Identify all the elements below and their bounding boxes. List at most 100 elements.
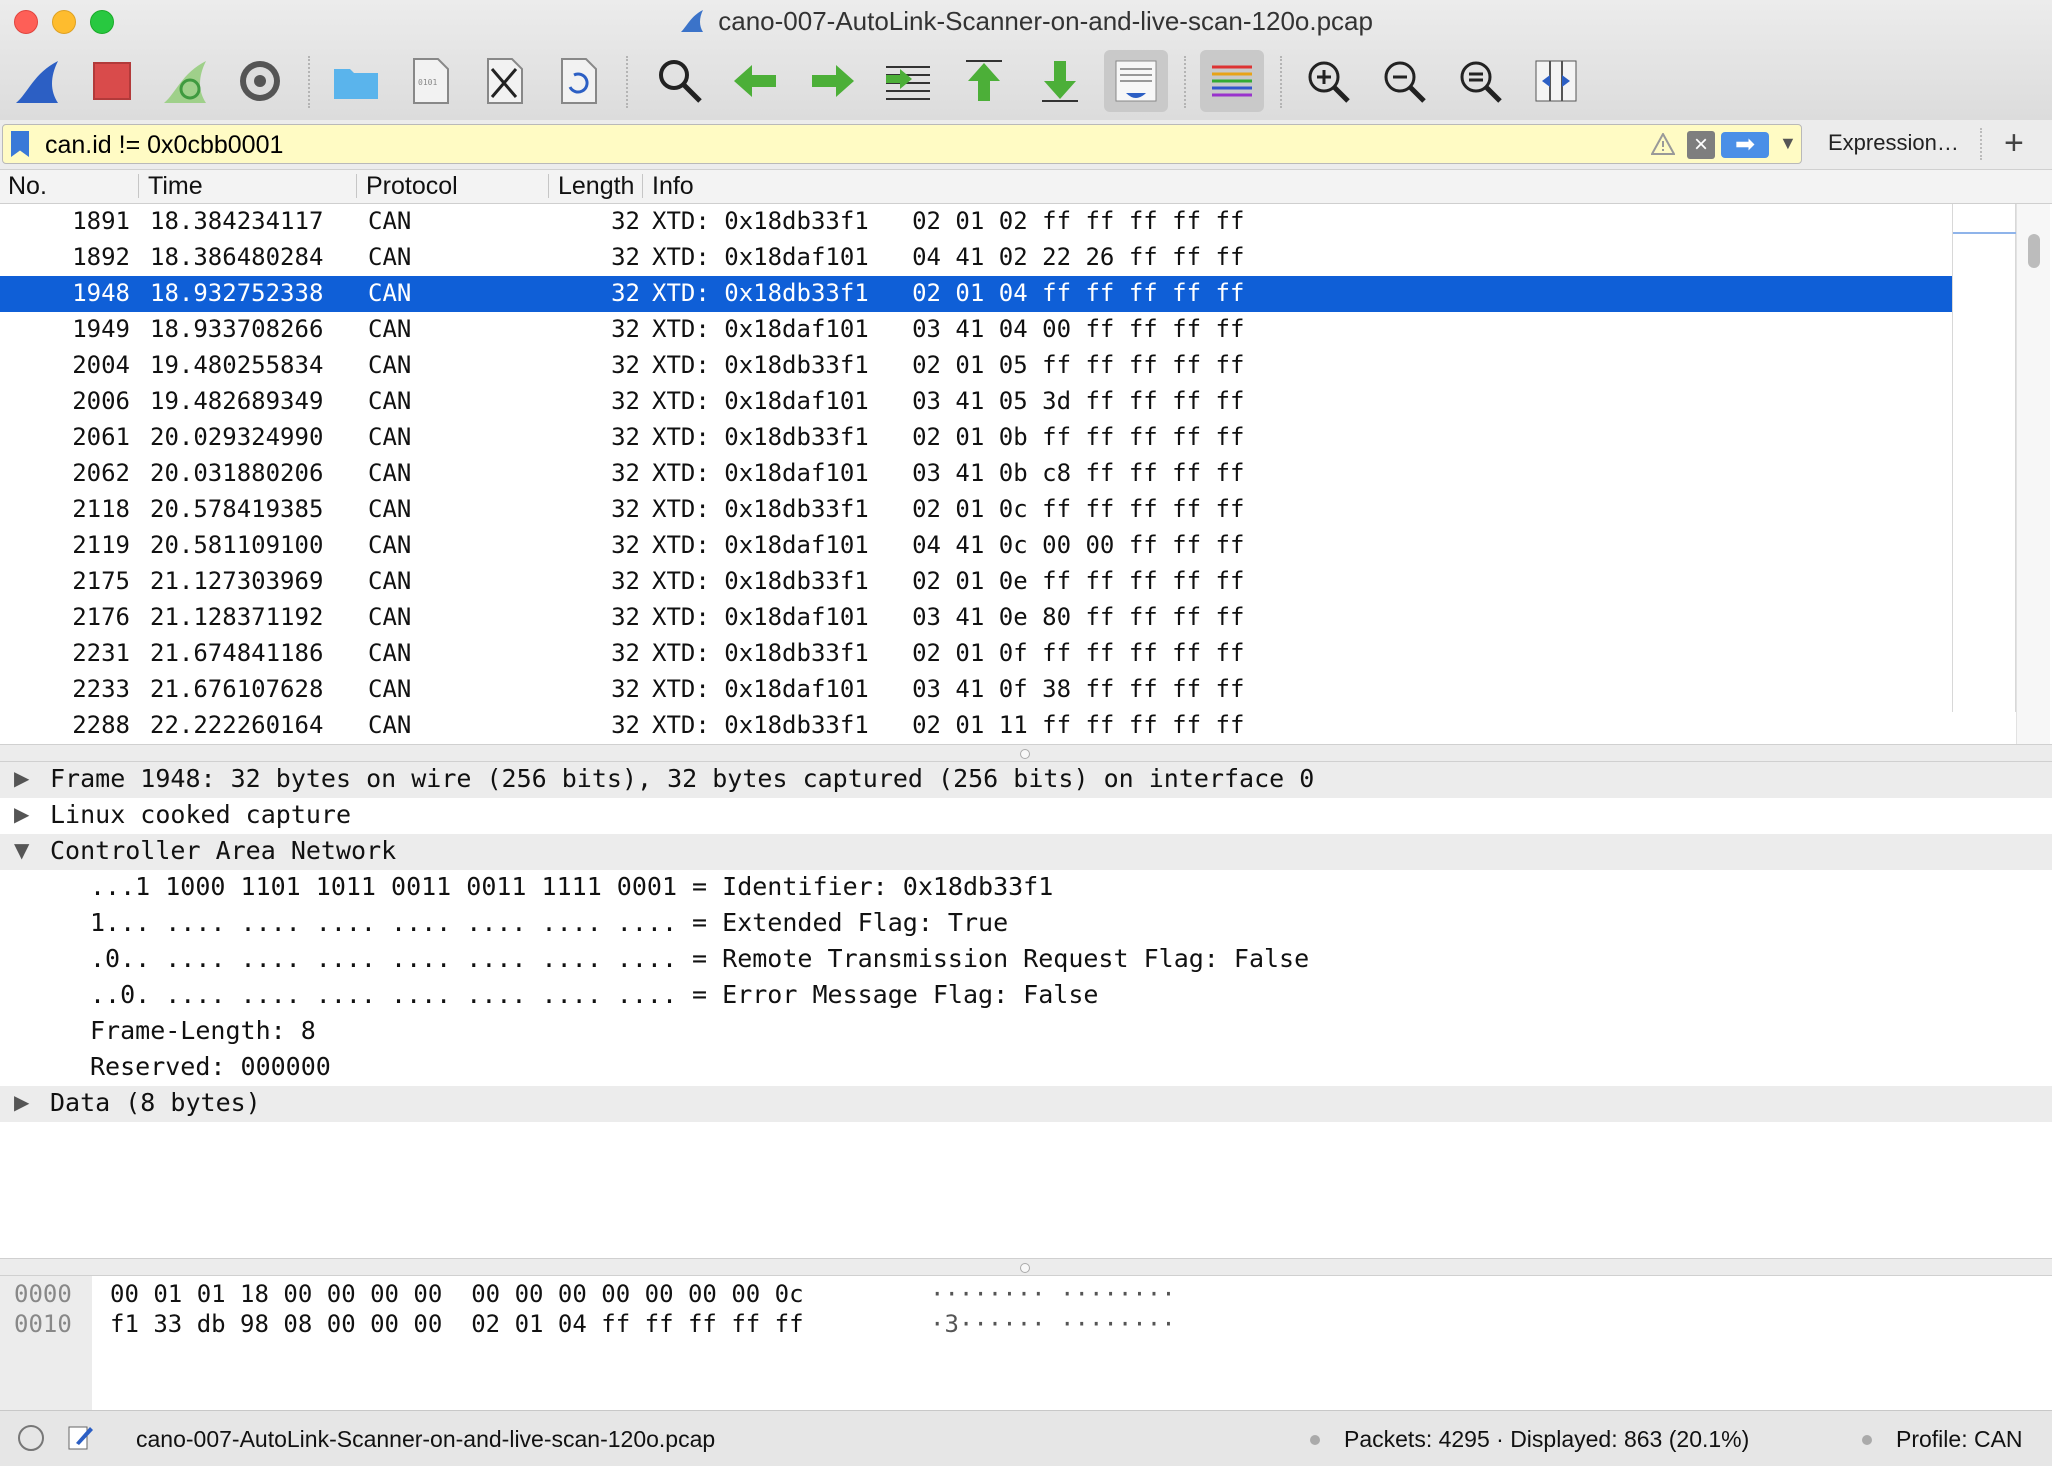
- column-divider[interactable]: [138, 174, 139, 198]
- detail-field[interactable]: ...1 1000 1101 1011 0011 0011 1111 0001 …: [0, 870, 2052, 906]
- column-divider[interactable]: [548, 174, 549, 198]
- zoom-out-icon: [1384, 61, 1426, 103]
- packet-protocol: CAN: [368, 423, 412, 451]
- packet-length: 32: [611, 675, 640, 703]
- add-filter-button[interactable]: +: [2004, 124, 2024, 163]
- go-to-packet-button[interactable]: [876, 50, 940, 112]
- collapsed-arrow-icon[interactable]: ▶: [14, 766, 29, 790]
- file-properties-button[interactable]: 0101: [398, 50, 462, 112]
- packet-protocol: CAN: [368, 459, 412, 487]
- find-packet-button[interactable]: [648, 50, 712, 112]
- scrollbar-thumb[interactable]: [2028, 234, 2040, 268]
- column-header-protocol[interactable]: Protocol: [366, 172, 546, 202]
- detail-text: ..0. .... .... .... .... .... .... .... …: [90, 980, 1099, 1009]
- detail-field[interactable]: ..0. .... .... .... .... .... .... .... …: [0, 978, 2052, 1014]
- packet-row[interactable]: 2231 21.674841186 CAN 32 XTD: 0x18db33f1 02 …: [0, 636, 1952, 672]
- go-forward-button[interactable]: [800, 50, 864, 112]
- start-capture-button[interactable]: [6, 50, 70, 112]
- packet-list-scrollbar[interactable]: [2016, 204, 2050, 744]
- packet-row[interactable]: 2062 20.031880206 CAN 32 XTD: 0x18daf101 03 …: [0, 456, 1952, 492]
- packet-row[interactable]: 2288 22.222260164 CAN 32 XTD: 0x18db33f1 02 …: [0, 708, 1952, 744]
- collapsed-arrow-icon[interactable]: ▶: [14, 1090, 29, 1114]
- apply-filter-icon[interactable]: ➡: [1721, 132, 1769, 158]
- detail-tree-item[interactable]: ▼ Controller Area Network: [0, 834, 2052, 870]
- detail-tree-item[interactable]: ▶ Linux cooked capture: [0, 798, 2052, 834]
- status-profile[interactable]: Profile: CAN: [1896, 1426, 2023, 1453]
- autoscroll-button[interactable]: [1104, 50, 1168, 112]
- filter-text[interactable]: can.id != 0x0cbb0001: [45, 131, 283, 160]
- packet-info: XTD: 0x18db33f1 02 01 0b ff ff ff ff ff: [652, 423, 1245, 451]
- display-filter-input[interactable]: can.id != 0x0cbb0001 × ➡ ▼: [2, 124, 1802, 164]
- column-header-time[interactable]: Time: [148, 172, 354, 202]
- go-last-button[interactable]: [1028, 50, 1092, 112]
- packet-number: 2006: [72, 387, 130, 415]
- column-divider[interactable]: [642, 174, 643, 198]
- detail-field[interactable]: Frame-Length: 8: [0, 1014, 2052, 1050]
- pane-splitter[interactable]: [0, 1258, 2052, 1276]
- packet-number: 2062: [72, 459, 130, 487]
- packet-time: 22.222260164: [150, 711, 324, 739]
- packet-row[interactable]: 2233 21.676107628 CAN 32 XTD: 0x18daf101 03 …: [0, 672, 1952, 708]
- splitter-grip[interactable]: [1020, 749, 1030, 759]
- zoom-in-button[interactable]: [1296, 50, 1360, 112]
- detail-tree-item[interactable]: ▶ Data (8 bytes): [0, 1086, 2052, 1122]
- packet-minimap[interactable]: [1952, 204, 2017, 712]
- stop-capture-button[interactable]: [80, 50, 144, 112]
- detail-tree-item[interactable]: ▶ Frame 1948: 32 bytes on wire (256 bits)…: [0, 762, 2052, 798]
- packet-bytes-pane[interactable]: 0000 00 01 01 18 00 00 00 00 00 00 00 00 …: [0, 1276, 2052, 1410]
- resize-columns-button[interactable]: [1524, 50, 1588, 112]
- packet-row[interactable]: 2175 21.127303969 CAN 32 XTD: 0x18db33f1 02 …: [0, 564, 1952, 600]
- restart-capture-button[interactable]: [154, 50, 218, 112]
- minimap-selection-mark: [1953, 232, 2017, 234]
- packet-row[interactable]: 2119 20.581109100 CAN 32 XTD: 0x18daf101 04 …: [0, 528, 1952, 564]
- packet-length: 32: [611, 639, 640, 667]
- packet-info: XTD: 0x18db33f1 02 01 0e ff ff ff ff ff: [652, 567, 1245, 595]
- zoom-reset-button[interactable]: [1448, 50, 1512, 112]
- detail-field[interactable]: .0.. .... .... .... .... .... .... .... …: [0, 942, 2052, 978]
- clear-filter-icon[interactable]: ×: [1687, 131, 1715, 159]
- zoom-out-button[interactable]: [1372, 50, 1436, 112]
- expression-button[interactable]: Expression…: [1828, 130, 1959, 156]
- detail-text: Linux cooked capture: [50, 800, 352, 829]
- column-header-length[interactable]: Length: [558, 172, 640, 202]
- packet-row[interactable]: 2004 19.480255834 CAN 32 XTD: 0x18db33f1 02 …: [0, 348, 1952, 384]
- detail-field[interactable]: Reserved: 000000: [0, 1050, 2052, 1086]
- packet-details-pane[interactable]: ▶ Frame 1948: 32 bytes on wire (256 bits)…: [0, 762, 2052, 1258]
- packet-info: XTD: 0x18daf101 04 41 0c 00 00 ff ff ff: [652, 531, 1245, 559]
- packet-row[interactable]: 1891 18.384234117 CAN 32 XTD: 0x18db33f1 02 …: [0, 204, 1952, 240]
- packet-number: 2175: [72, 567, 130, 595]
- capture-options-button[interactable]: [228, 50, 292, 112]
- packet-length: 32: [611, 351, 640, 379]
- packet-row[interactable]: 2061 20.029324990 CAN 32 XTD: 0x18db33f1 02 …: [0, 420, 1952, 456]
- packet-protocol: CAN: [368, 531, 412, 559]
- packet-row[interactable]: 2176 21.128371192 CAN 32 XTD: 0x18daf101 03 …: [0, 600, 1952, 636]
- packet-length: 32: [611, 387, 640, 415]
- zoom-in-icon: [1308, 61, 1350, 103]
- pane-splitter[interactable]: [0, 744, 2052, 762]
- column-divider[interactable]: [356, 174, 357, 198]
- open-file-button[interactable]: [324, 50, 388, 112]
- expanded-arrow-icon[interactable]: ▼: [14, 838, 29, 862]
- folder-icon: [334, 69, 378, 99]
- packet-row[interactable]: 1892 18.386480284 CAN 32 XTD: 0x18daf101 04 …: [0, 240, 1952, 276]
- collapsed-arrow-icon[interactable]: ▶: [14, 802, 29, 826]
- bookmark-icon[interactable]: [11, 131, 29, 157]
- packet-list[interactable]: 1891 18.384234117 CAN 32 XTD: 0x18db33f1 02 …: [0, 204, 1952, 744]
- go-first-button[interactable]: [952, 50, 1016, 112]
- packet-row[interactable]: 1948 18.932752338 CAN 32 XTD: 0x18db33f1 02 …: [0, 276, 1952, 312]
- column-header-info[interactable]: Info: [652, 172, 1052, 202]
- packet-row[interactable]: 2006 19.482689349 CAN 32 XTD: 0x18daf101 03 …: [0, 384, 1952, 420]
- reload-file-button[interactable]: [546, 50, 610, 112]
- packet-row[interactable]: 1949 18.933708266 CAN 32 XTD: 0x18daf101 03 …: [0, 312, 1952, 348]
- column-header-no[interactable]: No.: [8, 172, 136, 202]
- colorize-button[interactable]: [1200, 50, 1264, 112]
- bytes-offset: 0000: [14, 1280, 72, 1308]
- go-back-button[interactable]: [724, 50, 788, 112]
- expert-info-icon[interactable]: [18, 1425, 44, 1451]
- close-file-button[interactable]: [472, 50, 536, 112]
- detail-field[interactable]: 1... .... .... .... .... .... .... .... …: [0, 906, 2052, 942]
- capture-comment-icon[interactable]: [66, 1423, 94, 1451]
- packet-row[interactable]: 2118 20.578419385 CAN 32 XTD: 0x18db33f1 02 …: [0, 492, 1952, 528]
- splitter-grip[interactable]: [1020, 1263, 1030, 1273]
- chevron-down-icon[interactable]: ▼: [1779, 133, 1797, 154]
